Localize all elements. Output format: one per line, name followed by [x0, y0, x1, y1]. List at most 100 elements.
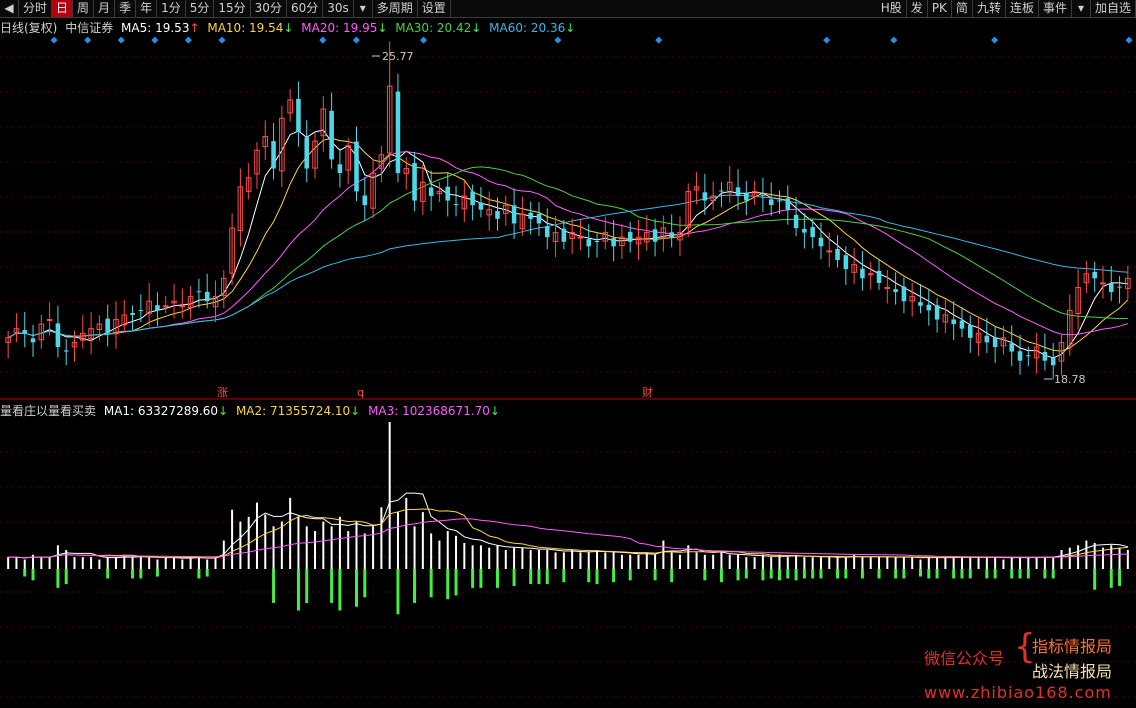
button-jiuzhuan[interactable]: 九转: [973, 0, 1006, 17]
candle-up: [826, 250, 833, 253]
candle-down: [652, 229, 658, 242]
candle-down: [1117, 286, 1122, 288]
event-diamond: [84, 36, 92, 44]
candle-down: [793, 214, 799, 229]
candle-down: [495, 210, 500, 219]
tab-30s[interactable]: 30s: [323, 0, 354, 17]
event-diamond: [117, 36, 125, 44]
candle-down: [959, 320, 965, 329]
candle-up: [179, 305, 186, 308]
candle-down: [669, 232, 674, 238]
candle-down: [362, 195, 368, 206]
candle-down: [777, 200, 782, 202]
volume-ma-line: [8, 518, 1128, 559]
candle-down: [544, 226, 550, 238]
candle-down: [586, 239, 592, 247]
tab-month[interactable]: 月: [94, 0, 116, 17]
candle-down: [967, 325, 973, 338]
candle-down: [1050, 357, 1056, 366]
candle-down: [876, 270, 882, 283]
candle-up: [1100, 282, 1106, 285]
candle-down: [768, 199, 774, 206]
candle-down: [412, 163, 417, 201]
watermark-line-3: 战法情报局: [1032, 662, 1113, 681]
watermark-url: www.zhibiao168.com: [924, 683, 1112, 702]
event-diamond: [218, 36, 226, 44]
event-diamond: [991, 36, 999, 44]
event-marker-q[interactable]: q: [357, 386, 364, 399]
chevron-down-icon[interactable]: ▾: [1072, 0, 1091, 17]
tab-year[interactable]: 年: [136, 0, 158, 17]
event-diamond: [50, 36, 58, 44]
candle-down: [594, 240, 600, 242]
candle-up: [577, 236, 584, 239]
candle-down: [329, 110, 334, 160]
candle-down: [337, 164, 343, 174]
button-events[interactable]: 事件: [1039, 0, 1072, 17]
event-diamond-markers: [50, 36, 1133, 44]
button-hk-share[interactable]: H股: [877, 0, 907, 17]
candlestick-chart[interactable]: 25.77 18.78 涨 q 财: [0, 17, 1136, 708]
candle-down: [63, 350, 69, 352]
candle-down: [354, 141, 359, 192]
volume-bars: [7, 422, 1129, 615]
candle-down: [196, 291, 202, 293]
event-marker-zhang[interactable]: 涨: [217, 386, 228, 399]
watermark-line-2: 指标情报局: [1032, 637, 1113, 656]
event-diamond: [890, 36, 898, 44]
chart-grid: [0, 56, 1136, 698]
candle-down: [536, 213, 542, 224]
candle-down: [893, 289, 898, 293]
candle-down: [984, 335, 990, 343]
candle-up: [884, 286, 891, 289]
candle-down: [1092, 271, 1097, 279]
event-marker-cai[interactable]: 财: [642, 385, 653, 399]
candle-down: [445, 186, 451, 201]
tab-30min[interactable]: 30分: [251, 0, 287, 17]
watermark-wechat: 微信公众号: [924, 649, 1005, 668]
candle-down: [744, 193, 749, 201]
tab-quarter[interactable]: 季: [115, 0, 137, 17]
candle-down: [138, 310, 144, 312]
candle-down: [951, 319, 956, 325]
candle-down: [271, 141, 276, 169]
candle-down: [561, 228, 567, 242]
tab-60min[interactable]: 60分: [287, 0, 324, 17]
candle-down: [511, 205, 517, 224]
high-price-label: 25.77: [382, 50, 414, 63]
button-pk[interactable]: PK: [928, 0, 952, 17]
candle-down: [1108, 283, 1114, 293]
event-diamond: [319, 36, 327, 44]
prev-icon[interactable]: ◀: [0, 0, 19, 17]
add-watchlist-button[interactable]: 加自选: [1091, 0, 1136, 17]
tab-15min[interactable]: 15分: [214, 0, 251, 17]
tab-5min[interactable]: 5分: [186, 0, 215, 17]
volume-ma-line: [8, 492, 1129, 559]
candle-down: [1009, 343, 1015, 352]
event-diamond: [420, 36, 428, 44]
candle-down: [55, 323, 61, 347]
tab-day[interactable]: 日: [52, 0, 74, 17]
tab-fenshi[interactable]: 分时: [19, 0, 53, 17]
candle-down: [30, 338, 36, 343]
candle-down: [702, 192, 708, 201]
candle-down: [395, 91, 401, 174]
tab-multi-period[interactable]: 多周期: [373, 0, 418, 17]
candle-down: [802, 228, 807, 233]
button-simple[interactable]: 简: [952, 0, 973, 17]
candle-down: [860, 268, 865, 279]
tab-1min[interactable]: 1分: [157, 0, 186, 17]
candle-down: [918, 302, 923, 306]
ma20-line: [7, 151, 1129, 339]
event-diamond: [151, 36, 159, 44]
dropdown-icon[interactable]: ▾: [354, 0, 373, 17]
event-diamond: [1125, 36, 1133, 44]
tab-settings[interactable]: 设置: [418, 0, 451, 17]
candle-down: [428, 187, 434, 196]
candle-down: [478, 202, 484, 210]
button-lianban[interactable]: 连板: [1006, 0, 1039, 17]
candle-down: [992, 337, 998, 347]
event-diamond: [352, 36, 360, 44]
button-fa[interactable]: 发: [907, 0, 928, 17]
tab-week[interactable]: 周: [73, 0, 95, 17]
